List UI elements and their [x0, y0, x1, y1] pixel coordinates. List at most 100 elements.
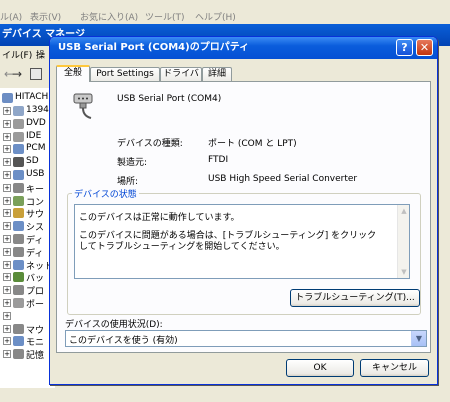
- tab-details[interactable]: 詳細: [202, 67, 232, 81]
- close-button[interactable]: ✕: [416, 39, 433, 56]
- device-category-icon: [13, 157, 24, 168]
- forward-arrow-icon[interactable]: →: [12, 67, 22, 81]
- tree-root[interactable]: HITACH: [0, 92, 55, 105]
- device-category-icon: [13, 310, 24, 321]
- status-message: このデバイスは正常に動作しています。: [79, 213, 240, 223]
- tree-item[interactable]: + モニ: [0, 335, 55, 348]
- device-type-value: ポート (COM と LPT): [208, 139, 297, 149]
- tree-item[interactable]: + プロ: [0, 284, 55, 297]
- device-usage-value: このデバイスを使う (有効): [69, 336, 178, 346]
- scroll-down-icon[interactable]: ▼: [399, 267, 409, 277]
- expand-icon[interactable]: +: [3, 209, 11, 218]
- tree-item[interactable]: + バッ: [0, 271, 55, 284]
- tree-item-label: マウ: [26, 325, 45, 336]
- tab-port-settings[interactable]: Port Settings: [90, 67, 160, 81]
- tree-item-label: シス: [26, 223, 45, 234]
- expand-icon[interactable]: +: [3, 183, 11, 192]
- device-category-icon: [13, 182, 24, 193]
- device-type-label: デバイスの種類:: [117, 139, 183, 149]
- device-tree: HITACH +1394 + DVD + IDE + PCM + SD + USB + キー + コン + サ…: [0, 88, 55, 388]
- tree-item-label: サウ: [26, 210, 45, 221]
- expand-icon[interactable]: +: [3, 222, 11, 231]
- expand-icon[interactable]: +: [3, 337, 11, 346]
- expand-icon[interactable]: +: [3, 247, 11, 256]
- location-label: 場所:: [117, 177, 139, 187]
- device-status-legend: デバイスの状態: [72, 187, 139, 200]
- faded-menu-item: ル(A): [0, 13, 23, 23]
- tree-item[interactable]: + IDE: [0, 131, 55, 144]
- device-category-icon: [13, 106, 24, 116]
- device-usage-label: デバイスの使用状況(D):: [65, 320, 163, 330]
- location-value: USB High Speed Serial Converter: [208, 174, 358, 184]
- expand-icon[interactable]: +: [3, 311, 11, 320]
- tree-item[interactable]: + キー: [0, 182, 55, 195]
- faded-menu-item: ツール(T): [145, 13, 185, 23]
- device-category-icon: [13, 131, 24, 142]
- tree-item-label: USB: [26, 169, 45, 179]
- device-usage-select[interactable]: このデバイスを使う (有効) ▼: [65, 330, 427, 347]
- device-category-icon: [13, 336, 24, 347]
- tree-item[interactable]: + USB: [0, 169, 55, 182]
- device-status-textbox[interactable]: このデバイスは正常に動作しています。 このデバイスに問題がある場合は、[トラブル…: [74, 204, 410, 279]
- tree-item[interactable]: + PCM: [0, 143, 55, 156]
- expand-icon[interactable]: +: [3, 350, 11, 359]
- expand-icon[interactable]: +: [3, 119, 11, 128]
- status-scrollbar[interactable]: ▲ ▼: [397, 205, 409, 278]
- tab-driver[interactable]: ドライバ: [160, 67, 202, 81]
- ok-button[interactable]: OK: [286, 359, 354, 377]
- device-category-icon: [13, 298, 24, 308]
- device-category-icon: [13, 195, 24, 206]
- tree-item-label: 記憶: [26, 351, 45, 362]
- tree-item[interactable]: + コン: [0, 195, 55, 208]
- tree-item-label: プロ: [26, 287, 45, 298]
- tree-item-label: IDE: [26, 130, 42, 141]
- faded-menu-item: ヘルプ(H): [195, 13, 236, 23]
- expand-icon[interactable]: +: [3, 235, 11, 243]
- tree-item[interactable]: + サウ: [0, 207, 55, 220]
- chevron-down-icon[interactable]: ▼: [411, 331, 426, 346]
- expand-icon[interactable]: +: [3, 299, 11, 307]
- manufacturer-value: FTDI: [208, 155, 229, 165]
- tree-item[interactable]: + ネット: [0, 259, 55, 272]
- tree-item[interactable]: +1394: [0, 105, 55, 118]
- dialog-titlebar[interactable]: USB Serial Port (COM4)のプロパティ: [50, 37, 437, 59]
- tree-item[interactable]: + 記憶: [0, 348, 55, 361]
- tree-item[interactable]: + SD: [0, 156, 55, 169]
- cancel-button[interactable]: キャンセル: [360, 359, 429, 377]
- tree-item[interactable]: + シス: [0, 220, 55, 233]
- expand-icon[interactable]: +: [3, 286, 11, 295]
- tree-item[interactable]: + DVD: [0, 118, 55, 131]
- faded-menu-item: 表示(V): [30, 13, 62, 23]
- manufacturer-label: 製造元:: [117, 158, 148, 168]
- troubleshoot-button[interactable]: トラブルシューティング(T)...: [290, 289, 420, 307]
- expand-icon[interactable]: +: [3, 324, 11, 333]
- tree-item[interactable]: + マウ: [0, 323, 55, 336]
- tree-item[interactable]: +: [0, 310, 55, 323]
- tree-item[interactable]: + ディ: [0, 246, 55, 259]
- tree-item-label: コン: [26, 197, 45, 208]
- expand-icon[interactable]: +: [3, 260, 11, 269]
- device-category-icon: [13, 170, 24, 180]
- menu-item-file[interactable]: イル(F): [2, 48, 32, 61]
- menu-item-action[interactable]: 操: [36, 48, 45, 61]
- tree-item-label: ディ: [26, 248, 44, 259]
- properties-dialog: USB Serial Port (COM4)のプロパティ ? ✕ 全般 Port…: [49, 36, 438, 385]
- tree-item-label: DVD: [26, 117, 46, 128]
- properties-icon[interactable]: [30, 68, 42, 80]
- device-category-icon: [13, 323, 24, 334]
- expand-icon[interactable]: +: [3, 273, 11, 282]
- general-tab-panel: USB Serial Port (COM4) デバイスの種類: ポート (COM…: [56, 81, 431, 353]
- device-category-icon: [13, 246, 24, 257]
- tab-general[interactable]: 全般: [56, 65, 90, 82]
- tree-item[interactable]: + ディ: [0, 233, 55, 246]
- tree-item[interactable]: + ポー: [0, 297, 55, 310]
- expand-icon[interactable]: +: [3, 171, 11, 179]
- expand-icon[interactable]: +: [3, 145, 11, 154]
- expand-icon[interactable]: +: [3, 158, 11, 167]
- expand-icon[interactable]: +: [3, 196, 11, 205]
- expand-icon[interactable]: +: [3, 132, 11, 141]
- help-button[interactable]: ?: [396, 39, 413, 56]
- expand-icon[interactable]: +: [3, 107, 11, 115]
- tree-item-label: キー: [26, 184, 45, 195]
- scroll-up-icon[interactable]: ▲: [399, 206, 409, 216]
